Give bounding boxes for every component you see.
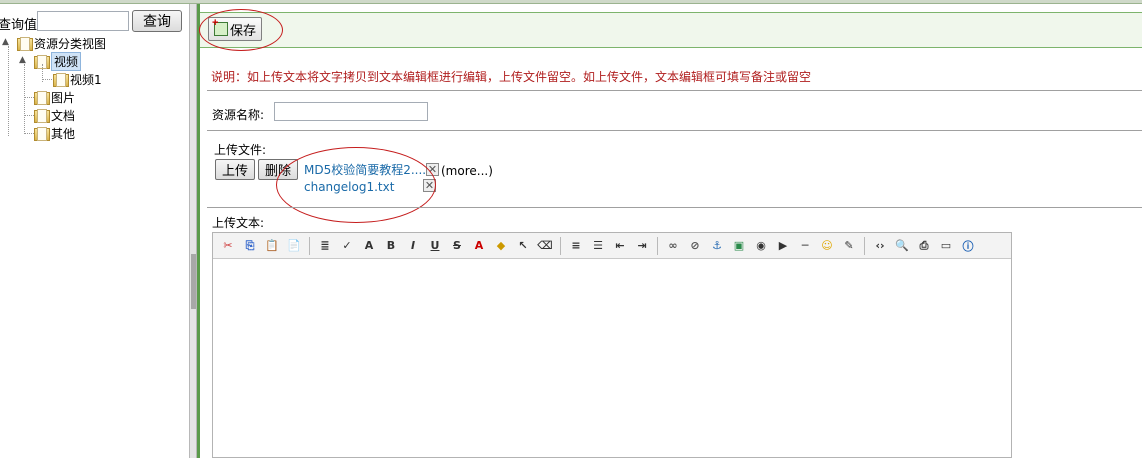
tree-line — [42, 79, 52, 80]
editor-content-area[interactable] — [213, 259, 1011, 457]
query-input[interactable] — [37, 11, 129, 31]
remove-file-icon[interactable]: ✕ — [426, 163, 439, 176]
folder-open-icon — [33, 54, 50, 69]
divider — [207, 90, 1142, 91]
indent-icon[interactable]: ⇥ — [633, 237, 651, 255]
toolbar-separator — [864, 236, 865, 255]
resource-name-label: 资源名称: — [212, 108, 265, 122]
highlight-icon[interactable]: ◆ — [492, 237, 510, 255]
media-icon[interactable]: ▶ — [774, 237, 792, 255]
toolbar-separator — [309, 236, 310, 255]
fullscreen-icon[interactable]: ▭ — [937, 237, 955, 255]
print-icon[interactable]: ⎙ — [915, 237, 933, 255]
image-icon[interactable]: ▣ — [730, 237, 748, 255]
copy-icon[interactable]: ⎘ — [241, 237, 259, 255]
left-panel: 查询值: 查询 ▲ 资源分类视图 ▲ 视频 视频1 图片 文档 其他 — [0, 4, 189, 458]
folder-icon — [16, 36, 33, 51]
cut-icon[interactable]: ✂ — [219, 237, 237, 255]
splitter-handle[interactable] — [191, 254, 196, 309]
tree-item-label: 视频 — [51, 51, 82, 71]
anchor-icon[interactable]: ⚓ — [708, 237, 726, 255]
hr-icon[interactable]: ─ — [796, 237, 814, 255]
uploaded-file-link[interactable]: MD5校验简要教程2.... — [304, 161, 426, 178]
bold-icon[interactable]: B — [382, 237, 400, 255]
tree-item-label: 图片 — [51, 90, 76, 105]
resource-name-input[interactable] — [274, 102, 428, 121]
tree-item-other[interactable]: 其他 — [33, 124, 75, 142]
strikethrough-icon[interactable]: S — [448, 237, 466, 255]
tree-item-label: 文档 — [51, 108, 76, 123]
query-bar: 查询值: 查询 — [0, 10, 189, 33]
save-icon — [212, 17, 228, 36]
flash-icon[interactable]: ◉ — [752, 237, 770, 255]
tree-root-label: 资源分类视图 — [34, 36, 107, 51]
italic-icon[interactable]: I — [404, 237, 422, 255]
rich-text-editor: ✂ ⎘ 📋 📄 ≣ ✓ A B I U S A ◆ ↖ ⌫ ≡ ☰ ⇤ ⇥ ∞ ⊘ ⚓ ▣ ◉ ▶ ─ ☺ ✎ ‹› 🔍 ⎙ ▭ ⓘ — [212, 232, 1012, 458]
unlink-icon[interactable]: ⊘ — [686, 237, 704, 255]
preview-icon[interactable]: 🔍 — [893, 237, 911, 255]
tree-root[interactable]: 资源分类视图 — [16, 34, 106, 52]
tree-item-video[interactable]: 视频 — [33, 51, 82, 71]
tree-item-label: 视频1 — [70, 72, 102, 87]
upload-button[interactable]: 上传 — [215, 159, 255, 180]
save-button[interactable]: 保存 — [208, 17, 262, 41]
query-label: 查询值: — [0, 18, 42, 33]
uploaded-file-link[interactable]: changelog1.txt — [304, 180, 394, 194]
editor-toolbar: ✂ ⎘ 📋 📄 ≣ ✓ A B I U S A ◆ ↖ ⌫ ≡ ☰ ⇤ ⇥ ∞ ⊘ ⚓ ▣ ◉ ▶ ─ ☺ ✎ ‹› 🔍 ⎙ ▭ ⓘ — [213, 233, 1011, 259]
tree-item-label: 其他 — [51, 126, 76, 141]
outdent-icon[interactable]: ⇤ — [611, 237, 629, 255]
form-toolbar: 保存 — [200, 12, 1142, 48]
remove-file-icon[interactable]: ✕ — [423, 179, 436, 192]
divider — [207, 207, 1142, 208]
underline-icon[interactable]: U — [426, 237, 444, 255]
toolbar-separator — [657, 236, 658, 255]
upload-text-label: 上传文本: — [212, 216, 265, 230]
tree-line — [24, 64, 25, 134]
paste-text-icon[interactable]: 📄 — [285, 237, 303, 255]
font-size-icon[interactable]: A — [360, 237, 378, 255]
spellcheck-icon[interactable]: ✓ — [338, 237, 356, 255]
bullet-list-icon[interactable]: ☰ — [589, 237, 607, 255]
link-icon[interactable]: ∞ — [664, 237, 682, 255]
folder-icon — [33, 108, 50, 123]
folder-icon — [52, 72, 69, 87]
panel-splitter[interactable] — [189, 4, 197, 458]
edit-icon[interactable]: ✎ — [840, 237, 858, 255]
tree-line — [8, 46, 9, 136]
tree-item-documents[interactable]: 文档 — [33, 106, 75, 124]
query-button[interactable]: 查询 — [132, 10, 182, 32]
toolbar-separator — [560, 236, 561, 255]
tree-item-images[interactable]: 图片 — [33, 88, 75, 106]
delete-button[interactable]: 删除 — [258, 159, 298, 180]
format-icon[interactable]: ≣ — [316, 237, 334, 255]
more-link[interactable]: (more...) — [441, 164, 493, 178]
font-color-icon[interactable]: A — [470, 237, 488, 255]
upload-file-label: 上传文件: — [214, 143, 267, 157]
instruction-note: 说明：如上传文本将文字拷贝到文本编辑框进行编辑，上传文件留空。如上传文件，文本编… — [211, 70, 812, 84]
eraser-icon[interactable]: ⌫ — [536, 237, 554, 255]
tree-item-video1[interactable]: 视频1 — [52, 70, 102, 88]
folder-icon — [33, 90, 50, 105]
save-label: 保存 — [229, 22, 256, 38]
align-left-icon[interactable]: ≡ — [567, 237, 585, 255]
source-icon[interactable]: ‹› — [871, 237, 889, 255]
select-icon[interactable]: ↖ — [514, 237, 532, 255]
divider — [207, 130, 1142, 131]
about-icon[interactable]: ⓘ — [959, 237, 977, 255]
paste-icon[interactable]: 📋 — [263, 237, 281, 255]
main-panel: 保存 说明：如上传文本将文字拷贝到文本编辑框进行编辑，上传文件留空。如上传文件，… — [197, 4, 1142, 458]
folder-icon — [33, 126, 50, 141]
smiley-icon[interactable]: ☺ — [818, 237, 836, 255]
